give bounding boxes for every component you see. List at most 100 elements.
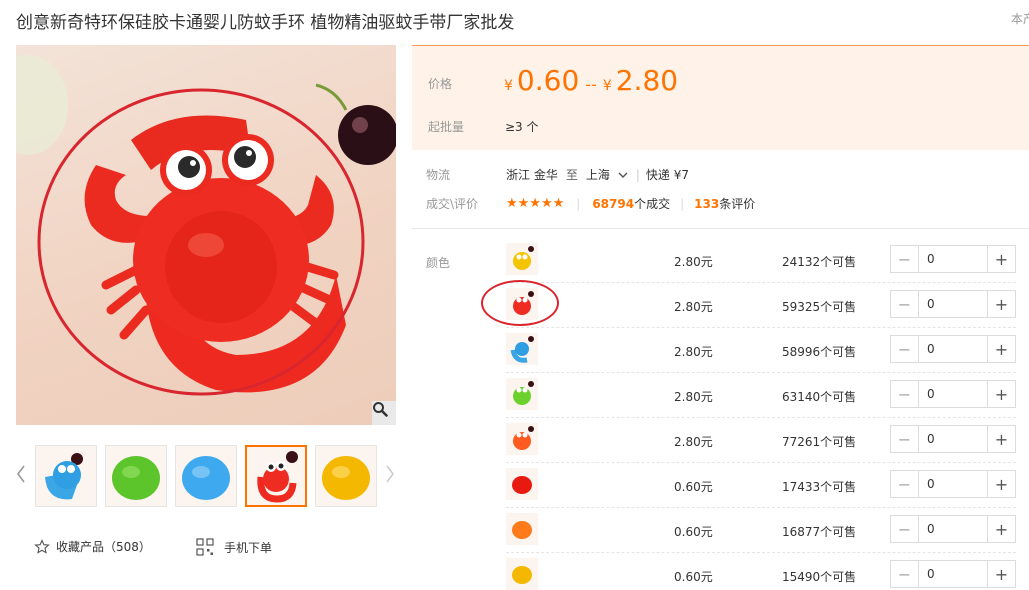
magnifier-icon — [373, 402, 388, 417]
review-count[interactable]: 133 — [694, 197, 719, 211]
sku-stock: 77261个可售 — [782, 435, 857, 449]
sku-thumbnail[interactable] — [506, 423, 538, 455]
quantity-input[interactable]: 0 — [919, 426, 987, 452]
deal-unit: 个成交 — [634, 197, 671, 211]
increment-button[interactable]: + — [987, 516, 1015, 542]
price-min: 0.60 — [516, 64, 580, 97]
sku-price: 2.80元 — [674, 300, 713, 314]
thumbnail-strip — [35, 445, 377, 507]
quantity-input[interactable]: 0 — [919, 471, 987, 497]
quantity-stepper: −0 + — [890, 425, 1016, 453]
favorite-button[interactable]: 收藏产品（508） — [34, 538, 151, 555]
quantity-input[interactable]: 0 — [919, 336, 987, 362]
quantity-stepper: −0 + — [890, 380, 1016, 408]
decrement-button[interactable]: − — [891, 471, 919, 497]
thumb-blue-band[interactable] — [35, 445, 97, 507]
sku-thumbnail[interactable] — [506, 243, 538, 275]
price-separator: -- — [585, 75, 597, 94]
product-title: 创意新奇特环保硅胶卡通婴儿防蚊手环 植物精油驱蚊手带厂家批发 — [16, 13, 515, 33]
increment-button[interactable]: + — [987, 291, 1015, 317]
thumb-blue-dome[interactable] — [175, 445, 237, 507]
sku-price: 2.80元 — [674, 255, 713, 269]
currency-symbol: ¥ — [504, 78, 513, 94]
sku-price: 2.80元 — [674, 435, 713, 449]
star-outline-icon — [34, 538, 50, 554]
favorite-label: 收藏产品（508） — [56, 540, 151, 554]
quantity-input[interactable]: 0 — [919, 561, 987, 587]
sku-stock: 63140个可售 — [782, 390, 857, 404]
thumb-prev-arrow[interactable] — [14, 462, 28, 486]
thumb-yellow-dome[interactable] — [315, 445, 377, 507]
mobile-order-label: 手机下单 — [224, 540, 273, 555]
sku-row: 2.80元 24132个可售 −0 + — [506, 238, 1016, 283]
moq-value: ≥3 个 — [505, 120, 539, 134]
rating-stars: ★★★★★ — [506, 196, 565, 211]
quantity-input[interactable]: 0 — [919, 381, 987, 407]
sku-thumbnail[interactable] — [506, 468, 538, 500]
sku-row: 2.80元 77261个可售 −0 + — [506, 418, 1016, 463]
increment-button[interactable]: + — [987, 246, 1015, 272]
sku-price: 0.60元 — [674, 570, 713, 584]
increment-button[interactable]: + — [987, 381, 1015, 407]
price-range: ¥ 0.60 -- ¥ 2.80 — [504, 64, 678, 97]
chevron-left-icon — [17, 465, 25, 483]
logistics-label: 物流 — [426, 168, 451, 182]
sku-row: 0.60元 16877个可售 −0 + — [506, 508, 1016, 553]
decrement-button[interactable]: − — [891, 336, 919, 362]
increment-button[interactable]: + — [987, 561, 1015, 587]
quantity-input[interactable]: 0 — [919, 516, 987, 542]
sku-price: 2.80元 — [674, 345, 713, 359]
qr-code-icon — [196, 538, 214, 556]
sku-price: 0.60元 — [674, 525, 713, 539]
color-label: 颜色 — [426, 256, 451, 270]
increment-button[interactable]: + — [987, 336, 1015, 362]
sku-stock: 16877个可售 — [782, 525, 857, 539]
quantity-stepper: −0 + — [890, 470, 1016, 498]
ship-from: 浙江 金华 — [506, 168, 558, 182]
section-divider — [412, 228, 1029, 229]
sku-thumbnail[interactable] — [506, 333, 538, 365]
sku-stock: 15490个可售 — [782, 570, 857, 584]
price-panel: 价格 ¥ 0.60 -- ¥ 2.80 起批量 ≥3 个 — [412, 45, 1029, 150]
mobile-order-button[interactable]: 手机下单 — [196, 538, 272, 556]
side-link[interactable]: 本产 — [1011, 10, 1029, 27]
main-product-image[interactable] — [16, 45, 396, 425]
quantity-stepper: −0 + — [890, 290, 1016, 318]
sku-thumbnail[interactable] — [506, 513, 538, 545]
decrement-button[interactable]: − — [891, 426, 919, 452]
sku-row: 2.80元 63140个可售 −0 + — [506, 373, 1016, 418]
quantity-input[interactable]: 0 — [919, 291, 987, 317]
decrement-button[interactable]: − — [891, 291, 919, 317]
ship-to-select[interactable]: 上海 — [586, 166, 610, 183]
increment-button[interactable]: + — [987, 471, 1015, 497]
zoom-button[interactable] — [372, 401, 396, 425]
increment-button[interactable]: + — [987, 426, 1015, 452]
express-fee: 快递 ¥7 — [645, 168, 689, 182]
sku-stock: 59325个可售 — [782, 300, 857, 314]
quantity-stepper: −0 + — [890, 245, 1016, 273]
moq-label: 起批量 — [428, 120, 465, 134]
decrement-button[interactable]: − — [891, 246, 919, 272]
currency-symbol: ¥ — [602, 78, 612, 94]
ship-to-word: 至 — [565, 168, 578, 182]
sku-price: 2.80元 — [674, 390, 713, 404]
sku-thumbnail[interactable] — [506, 558, 538, 590]
sku-row: 2.80元 59325个可售 −0 + — [506, 283, 1016, 328]
sku-stock: 17433个可售 — [782, 480, 857, 494]
review-unit[interactable]: 条评价 — [719, 195, 755, 212]
sku-row: 2.80元 58996个可售 −0 + — [506, 328, 1016, 373]
chevron-down-icon[interactable] — [616, 170, 630, 180]
sku-row: 0.60元 15490个可售 −0 + — [506, 553, 1016, 590]
sku-stock: 24132个可售 — [782, 255, 857, 269]
sku-row: 0.60元 17433个可售 −0 + — [506, 463, 1016, 508]
decrement-button[interactable]: − — [891, 561, 919, 587]
thumb-red-crab[interactable] — [245, 445, 307, 507]
quantity-stepper: −0 + — [890, 335, 1016, 363]
decrement-button[interactable]: − — [891, 516, 919, 542]
sku-thumbnail[interactable] — [506, 378, 538, 410]
decrement-button[interactable]: − — [891, 381, 919, 407]
quantity-input[interactable]: 0 — [919, 246, 987, 272]
thumb-green-dome[interactable] — [105, 445, 167, 507]
thumb-next-arrow[interactable] — [383, 462, 397, 486]
price-label: 价格 — [428, 77, 453, 91]
